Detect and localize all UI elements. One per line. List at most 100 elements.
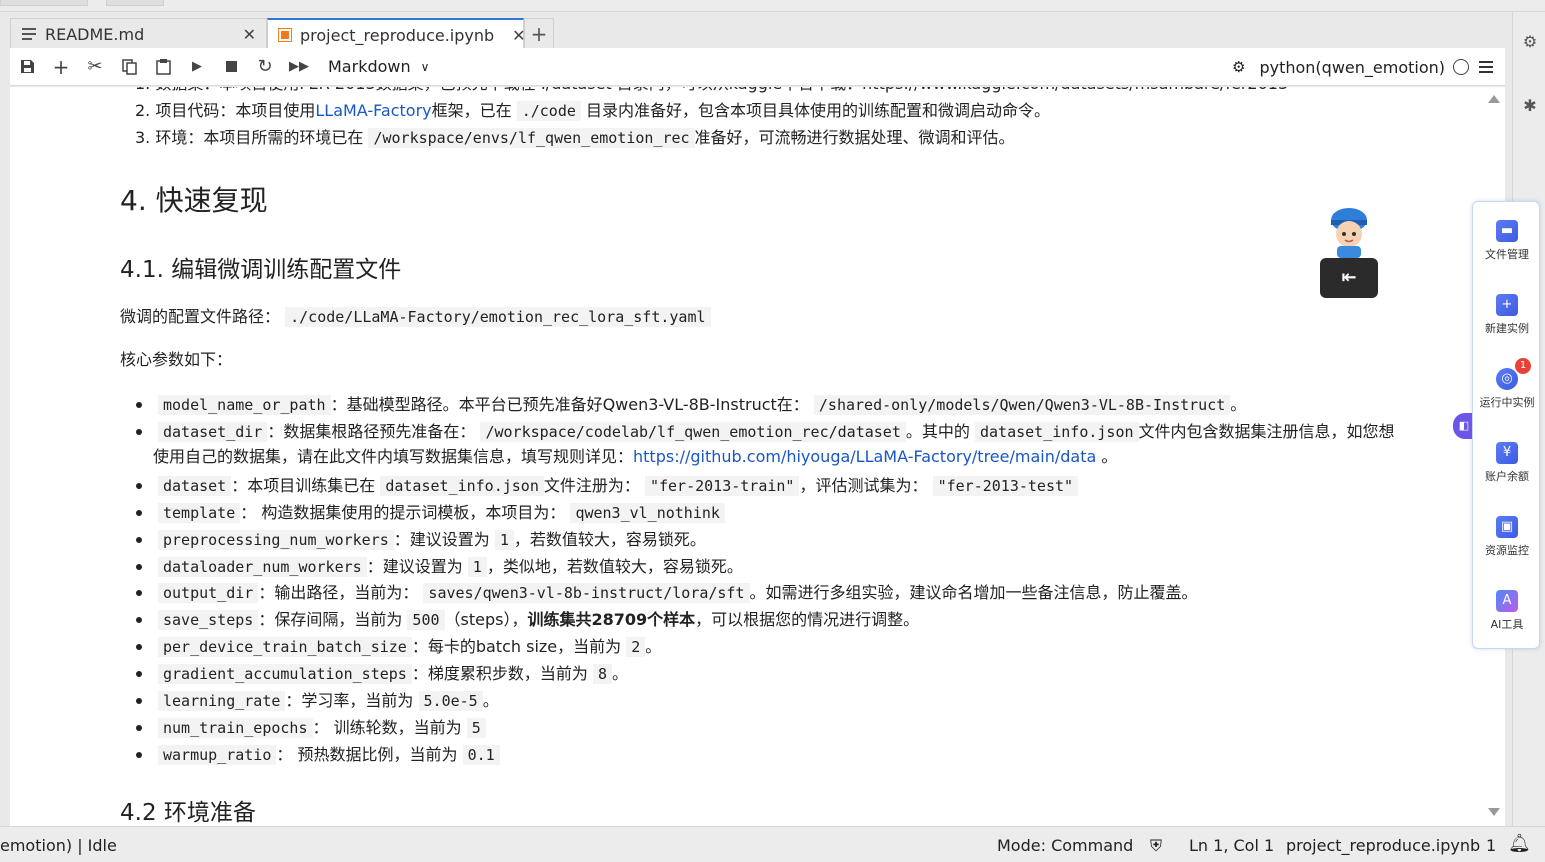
scroll-up-arrow[interactable]: [1488, 95, 1500, 103]
close-icon[interactable]: ✕: [243, 25, 256, 44]
floating-tool-panel: ▬ 文件管理 + 新建实例 ◎ 1 运行中实例 ¥ 账户余额 ▣ 资源监控 A …: [1472, 201, 1540, 649]
stop-button[interactable]: [214, 52, 248, 82]
list-item: 1. 数据集：本项目使用FER-2013数据集，已预先下载在 ./dataset…: [135, 87, 1288, 97]
bug-icon[interactable]: ⚙: [1232, 58, 1245, 76]
text: ，若数值较大，容易锁死。: [513, 530, 706, 549]
chevron-down-icon: ∨: [420, 59, 430, 74]
text: 2. 项目代码：本项目使用: [135, 101, 316, 120]
code-inline: dataset: [158, 476, 232, 496]
list-item: per_device_train_batch_size ：每卡的batch siz…: [135, 633, 662, 661]
wallet-icon: ¥: [1496, 442, 1518, 464]
restart-button[interactable]: ↻: [248, 52, 282, 82]
code-inline: model_name_or_path: [158, 395, 331, 415]
stop-icon: [225, 61, 237, 72]
panel-toggle-icon: ◧: [1458, 419, 1470, 432]
list-item: dataset ：本项目训练集已在 dataset_info.json 文件注册为：…: [135, 472, 1079, 500]
copy-button[interactable]: [112, 52, 146, 82]
play-icon: ▶: [192, 59, 202, 74]
status-bar: emotion) | Idle Mode: Command ⛨ Ln 1, Co…: [0, 826, 1545, 862]
status-filename: project_reproduce.ipynb: [1286, 836, 1481, 855]
code-inline: dataloader_num_workers: [158, 557, 367, 577]
scroll-down-arrow[interactable]: [1488, 808, 1500, 816]
bold-text: 训练集共28709个样本: [527, 610, 696, 629]
text: ：每卡的batch size，当前为: [411, 637, 622, 656]
text: ：输出路径，当前为：: [258, 583, 419, 602]
list-item: save_steps ：保存间隔，当前为 500 （steps），训练集共28709…: [135, 606, 919, 634]
assistant-avatar[interactable]: [1325, 206, 1373, 258]
tab-label: project_reproduce.ipynb: [300, 25, 495, 45]
run-button[interactable]: ▶: [180, 52, 214, 82]
save-icon: [20, 60, 34, 73]
restart-icon: ↻: [257, 56, 273, 77]
kernel-status-icon: [1453, 59, 1469, 75]
top-strip-tab[interactable]: [0, 0, 88, 6]
tab-notebook[interactable]: project_reproduce.ipynb ✕: [267, 18, 526, 50]
notification-count: 1: [1486, 836, 1497, 855]
text: ： 构造数据集使用的提示词模板，本项目为：: [240, 503, 566, 522]
cell-type-select[interactable]: Markdown ∨: [328, 57, 429, 76]
panel-item-resource-monitor[interactable]: ▣ 资源监控: [1473, 516, 1541, 558]
cut-button[interactable]: ✂: [78, 52, 112, 82]
panel-item-label: AI工具: [1490, 618, 1524, 631]
kernel-indicator[interactable]: ⚙ python(qwen_emotion): [1232, 48, 1493, 86]
new-tab-button[interactable]: +: [524, 18, 554, 49]
text: 。: [645, 637, 662, 656]
list-item-continuation: 使用自己的数据集，请在此文件内填写数据集信息，填写规则详见：https://gi…: [153, 443, 1117, 470]
notification-badge: 1: [1515, 358, 1531, 374]
collapse-button[interactable]: ⇤: [1320, 258, 1378, 298]
panel-item-ai-tools[interactable]: A AI工具: [1473, 590, 1541, 632]
notebook-content[interactable]: 1. 数据集：本项目使用FER-2013数据集，已预先下载在 ./dataset…: [10, 87, 1505, 826]
llama-factory-link[interactable]: LLaMA-Factory: [315, 101, 431, 120]
fast-forward-icon: ▶▶: [289, 59, 309, 74]
copy-icon: [121, 58, 137, 75]
text: 使用自己的数据集，请在此文件内填写数据集信息，填写规则详见：: [153, 447, 634, 466]
panel-item-label: 资源监控: [1485, 544, 1529, 557]
code-inline: saves/qwen3-vl-8b-instruct/lora/sft: [423, 583, 750, 603]
list-item: warmup_ratio： 预热数据比例，当前为 0.1: [136, 741, 500, 769]
code-inline: /workspace/codelab/lf_qwen_emotion_rec/d…: [480, 422, 906, 442]
shield-icon[interactable]: ⛨: [1150, 836, 1162, 856]
list-item: output_dir ：输出路径，当前为： saves/qwen3-vl-8b-i…: [136, 579, 1198, 607]
code-inline: warmup_ratio: [158, 745, 277, 765]
folder-icon: ▬: [1496, 220, 1518, 242]
list-item: dataloader_num_workers ：建议设置为 1 ，类似地，若数值较大…: [136, 553, 743, 581]
debugger-icon[interactable]: ✱: [1521, 96, 1539, 115]
panel-item-account-balance[interactable]: ¥ 账户余额: [1473, 442, 1541, 484]
text: 。: [1101, 447, 1118, 466]
mode-indicator: Mode: Command: [997, 836, 1134, 855]
code-inline: dataset_dir: [158, 422, 268, 442]
text: ：保存间隔，当前为: [258, 610, 403, 629]
cursor-position[interactable]: Ln 1, Col 1: [1189, 836, 1274, 855]
panel-item-label: 运行中实例: [1479, 396, 1535, 409]
panel-item-file-manager[interactable]: ▬ 文件管理: [1473, 220, 1541, 262]
code-inline: dataset_info.json: [974, 422, 1139, 442]
insert-cell-button[interactable]: +: [44, 52, 78, 82]
run-all-button[interactable]: ▶▶: [282, 52, 316, 82]
text: 文件内包含数据集注册信息，如您想: [1138, 422, 1395, 441]
panel-item-label: 新建实例: [1485, 322, 1529, 335]
tab-label: README.md: [45, 24, 145, 44]
property-inspector-icon[interactable]: ⚙: [1521, 32, 1539, 51]
list-item: model_name_or_path ：基础模型路径。本平台已预先准备好Qwen3…: [135, 391, 1246, 419]
paste-button[interactable]: [146, 52, 180, 82]
list-item: learning_rate ：学习率，当前为 5.0e-5。: [136, 687, 499, 715]
save-button[interactable]: [10, 52, 44, 82]
tab-readme[interactable]: README.md ✕: [10, 18, 267, 49]
text: 。如需进行多组实验，建议命名增加一些备注信息，防止覆盖。: [749, 583, 1198, 602]
panel-item-label: 文件管理: [1485, 248, 1529, 261]
panel-item-new-instance[interactable]: + 新建实例: [1473, 294, 1541, 336]
github-data-link[interactable]: https://github.com/hiyouga/LLaMA-Factory…: [633, 447, 1096, 466]
panel-item-running-instance[interactable]: ◎ 1 运行中实例: [1473, 358, 1541, 410]
top-strip-tab[interactable]: [106, 0, 164, 6]
kernel-status-text[interactable]: emotion) | Idle: [0, 836, 117, 855]
list-item: template： 构造数据集使用的提示词模板，本项目为： qwen3_vl_n…: [136, 499, 725, 527]
bell-icon[interactable]: 🔔︎: [1508, 833, 1531, 854]
code-inline: 5: [466, 718, 486, 738]
list-item: preprocessing_num_workers ：建议设置为 1 ，若数值较大，…: [136, 526, 706, 554]
text: ：建议设置为: [366, 557, 463, 576]
code-inline: /shared-only/models/Qwen/Qwen3-VL-8B-Ins…: [813, 395, 1231, 415]
code-inline: template: [158, 503, 241, 523]
menu-icon[interactable]: [1479, 61, 1493, 73]
text: ：梯度累积步数，当前为: [411, 664, 588, 683]
code-inline: preprocessing_num_workers: [158, 530, 394, 550]
